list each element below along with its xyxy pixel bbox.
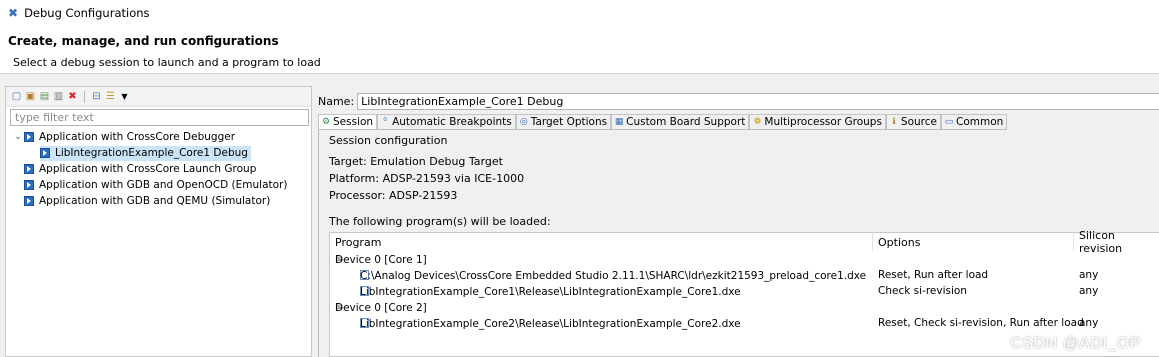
- window-title: Debug Configurations: [24, 6, 150, 20]
- table-row[interactable]: LibIntegrationExample_Core2\Release\LibI…: [330, 316, 1159, 332]
- program-path: LibIntegrationExample_Core2\Release\LibI…: [360, 318, 741, 330]
- session-icon: ⚙: [321, 117, 331, 127]
- tree-item-gdb-qemu[interactable]: Application with GDB and QEMU (Simulator…: [6, 193, 311, 209]
- debug-icon: ✖: [8, 6, 19, 20]
- tab-label: Multiprocessor Groups: [764, 116, 882, 128]
- device-label: Device 0 [Core 2]: [335, 302, 427, 314]
- tree-item-selection: LibIntegrationExample_Core1 Debug: [40, 145, 251, 161]
- tree-item-crosscore-launch-group[interactable]: Application with CrossCore Launch Group: [6, 161, 311, 177]
- launch-config-icon: [24, 196, 34, 206]
- dialog-header: Create, manage, and run configurations S…: [0, 26, 1159, 74]
- device-label: Device 0 [Core 1]: [335, 254, 427, 266]
- common-icon: ▭: [944, 117, 954, 127]
- configurations-pane: ▢ ▣ ▤ ▥ ✖ ⊟ ☰ ▼ type filter text ⌄ Appli…: [5, 86, 312, 357]
- programs-caption: The following program(s) will be loaded:: [329, 215, 551, 228]
- chevron-down-icon[interactable]: ⌄: [12, 132, 24, 142]
- launch-config-icon: [24, 180, 34, 190]
- watermark: CSDN @ADI_OP: [1010, 335, 1141, 352]
- name-row: Name: LibIntegrationExample_Core1 Debug: [318, 93, 1159, 110]
- tab-target-options[interactable]: ◎ Target Options: [515, 114, 612, 129]
- filter-icon[interactable]: ☰: [104, 90, 117, 103]
- table-row[interactable]: LibIntegrationExample_Core1\Release\LibI…: [330, 284, 1159, 300]
- dialog-title: Create, manage, and run configurations: [8, 34, 279, 48]
- tree-item-label: Application with GDB and OpenOCD (Emulat…: [39, 179, 288, 191]
- column-header-program[interactable]: Program: [330, 233, 873, 251]
- target-info: Target: Emulation Debug Target: [329, 155, 503, 168]
- launch-config-icon: [24, 132, 34, 142]
- tree-item-gdb-openocd[interactable]: Application with GDB and OpenOCD (Emulat…: [6, 177, 311, 193]
- export-icon[interactable]: ▤: [38, 90, 51, 103]
- tab-multiprocessor-groups[interactable]: ❁ Multiprocessor Groups: [749, 114, 886, 129]
- tab-session[interactable]: ⚙ Session: [318, 114, 378, 129]
- table-row[interactable]: ⌄ ⊛ Device 0 [Core 2]: [330, 300, 1159, 316]
- program-silicon-revision: any: [1079, 285, 1099, 297]
- target-icon: ◎: [519, 117, 528, 127]
- tab-bar: ⚙ Session ⁰ Automatic Breakpoints ◎ Targ…: [318, 114, 1008, 130]
- tree-item-label: Application with GDB and QEMU (Simulator…: [39, 195, 271, 207]
- column-header-options[interactable]: Options: [873, 233, 1074, 251]
- board-icon: ▦: [614, 117, 624, 127]
- view-menu-chevron-down-icon[interactable]: ▼: [118, 90, 131, 103]
- new-prototype-icon[interactable]: ▣: [24, 90, 37, 103]
- tab-label: Session: [333, 116, 374, 128]
- tree-item-label: Application with CrossCore Launch Group: [39, 163, 257, 175]
- tab-source[interactable]: ℹ Source: [885, 114, 941, 129]
- toolbar-separator: [84, 90, 85, 103]
- processor-info: Processor: ADSP-21593: [329, 189, 458, 202]
- tree-item-label: LibIntegrationExample_Core1 Debug: [55, 147, 248, 159]
- title-bar: ✖ Debug Configurations: [0, 0, 1159, 26]
- tree-item-crosscore-debugger[interactable]: ⌄ Application with CrossCore Debugger: [6, 129, 311, 145]
- new-config-icon[interactable]: ▢: [10, 90, 23, 103]
- launch-config-icon: [24, 164, 34, 174]
- session-heading: Session configuration: [329, 134, 448, 147]
- tab-label: Automatic Breakpoints: [392, 116, 512, 128]
- program-silicon-revision: any: [1079, 317, 1099, 329]
- filter-input[interactable]: type filter text: [10, 109, 309, 126]
- program-options: Reset, Run after load: [878, 269, 989, 281]
- configuration-editor: Name: LibIntegrationExample_Core1 Debug …: [314, 86, 1159, 357]
- name-label: Name:: [318, 95, 355, 108]
- collapse-all-icon[interactable]: ⊟: [90, 90, 103, 103]
- launch-config-icon: [40, 148, 50, 158]
- table-row[interactable]: C:\Analog Devices\CrossCore Embedded Stu…: [330, 268, 1159, 284]
- column-header-silicon-revision[interactable]: Silicon revision: [1074, 229, 1159, 255]
- tab-label: Custom Board Support: [626, 116, 746, 128]
- program-path: C:\Analog Devices\CrossCore Embedded Stu…: [360, 270, 867, 282]
- multiprocessor-icon: ❁: [753, 117, 762, 127]
- tab-automatic-breakpoints[interactable]: ⁰ Automatic Breakpoints: [377, 114, 516, 129]
- platform-info: Platform: ADSP-21593 via ICE-1000: [329, 172, 525, 185]
- tree-item-core1-debug[interactable]: LibIntegrationExample_Core1 Debug: [6, 145, 311, 161]
- tab-custom-board-support[interactable]: ▦ Custom Board Support: [611, 114, 750, 129]
- program-options: Reset, Check si-revision, Run after load: [878, 317, 1084, 329]
- tab-label: Common: [956, 116, 1004, 128]
- program-options: Check si-revision: [878, 285, 967, 297]
- column-label: Options: [878, 235, 921, 249]
- configurations-toolbar: ▢ ▣ ▤ ▥ ✖ ⊟ ☰ ▼: [6, 87, 311, 107]
- tab-common[interactable]: ▭ Common: [941, 114, 1008, 129]
- breakpoint-icon: ⁰: [383, 117, 387, 127]
- duplicate-icon[interactable]: ▥: [52, 90, 65, 103]
- tab-label: Source: [900, 116, 937, 128]
- delete-icon[interactable]: ✖: [66, 90, 79, 103]
- dialog-subtitle: Select a debug session to launch and a p…: [13, 56, 321, 69]
- session-panel: Session configuration Target: Emulation …: [318, 130, 1159, 357]
- tab-label: Target Options: [530, 116, 608, 128]
- table-row[interactable]: ⌄ ⊛ Device 0 [Core 1]: [330, 252, 1159, 268]
- program-silicon-revision: any: [1079, 269, 1099, 281]
- name-field[interactable]: LibIntegrationExample_Core1 Debug: [357, 93, 1159, 110]
- configurations-tree: ⌄ Application with CrossCore Debugger Li…: [6, 129, 311, 209]
- column-label: Program: [335, 235, 382, 249]
- tree-item-label: Application with CrossCore Debugger: [39, 131, 236, 143]
- program-path: LibIntegrationExample_Core1\Release\LibI…: [360, 286, 741, 298]
- source-icon: ℹ: [892, 117, 896, 127]
